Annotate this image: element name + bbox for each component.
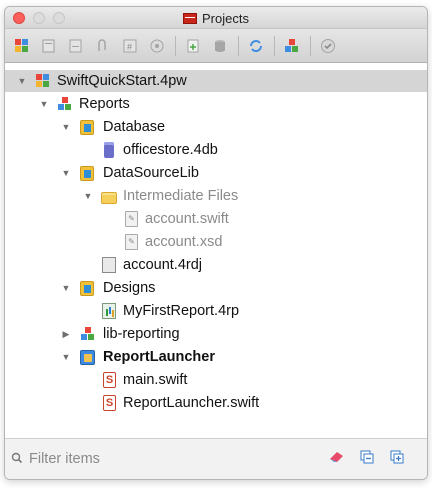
group-folder-icon (80, 119, 94, 135)
group-folder-icon (80, 165, 94, 181)
tree-item-label: account.xsd (145, 234, 223, 250)
components-icon (80, 326, 96, 342)
tree-item-myfirstreport[interactable]: MyFirstReport.4rp (5, 300, 427, 322)
filter-bar (5, 439, 427, 479)
expand-all-icon[interactable] (387, 449, 407, 469)
compile-icon[interactable]: # (119, 35, 141, 57)
tree-item-swiftquickstart[interactable]: ▼ SwiftQuickStart.4pw (5, 70, 427, 92)
toolbar-separator (238, 35, 239, 56)
tree-item-label: SwiftQuickStart.4pw (57, 73, 187, 89)
disclosure-expanded-icon[interactable]: ▼ (61, 122, 71, 132)
attach-icon[interactable] (92, 35, 114, 57)
toolbar-separator (310, 35, 311, 56)
open-icon[interactable] (38, 35, 60, 57)
disclosure-expanded-icon[interactable]: ▼ (17, 76, 27, 86)
disclosure-expanded-icon[interactable]: ▼ (83, 191, 93, 201)
tree-item-label: Reports (79, 96, 130, 112)
search-icon (11, 452, 23, 467)
toolbar-separator (274, 35, 275, 56)
report-data-icon (102, 257, 116, 273)
tree-item-officestore[interactable]: officestore.4db (5, 139, 427, 161)
tree-item-label: account.4rdj (123, 257, 202, 273)
tree-item-designs[interactable]: ▼ Designs (5, 277, 427, 299)
folder-icon (101, 191, 117, 204)
launcher-icon (80, 349, 95, 365)
tree-item-label: DataSourceLib (103, 165, 199, 181)
tree-item-label: Intermediate Files (123, 188, 239, 204)
tree-item-datasourcelib[interactable]: ▼ DataSourceLib (5, 162, 427, 184)
components-icon (57, 96, 73, 112)
tree-item-label: lib-reporting (103, 326, 180, 342)
check-icon[interactable] (317, 35, 339, 57)
tree-item-account-xsd[interactable]: ✎ account.xsd (5, 231, 427, 253)
settings-icon[interactable] (146, 35, 168, 57)
disclosure-collapsed-icon[interactable]: ▶ (61, 329, 71, 339)
toolbar: # (5, 29, 427, 63)
tree-item-label: account.swift (145, 211, 229, 227)
group-folder-icon (80, 280, 94, 296)
filter-input[interactable] (27, 450, 287, 468)
tree-item-reports[interactable]: ▼ Reports (5, 93, 427, 115)
disclosure-expanded-icon[interactable]: ▼ (61, 168, 71, 178)
tree-item-label: main.swift (123, 372, 188, 388)
report-design-icon (102, 303, 116, 319)
swift-file-icon: S (103, 372, 116, 388)
sync-icon[interactable] (245, 35, 267, 57)
database-file-icon (104, 142, 114, 158)
window-title-group: Projects (5, 7, 427, 29)
window-title: Projects (202, 10, 249, 26)
close-project-icon[interactable] (65, 35, 87, 57)
tree-item-reportlauncher[interactable]: ▼ ReportLauncher (5, 346, 427, 368)
project-icon (35, 73, 51, 89)
tree-item-reportlauncher-swift[interactable]: S ReportLauncher.swift (5, 392, 427, 414)
collapse-all-icon[interactable] (357, 449, 377, 469)
tree-item-label: Designs (103, 280, 156, 296)
disclosure-expanded-icon[interactable]: ▼ (39, 99, 49, 109)
disclosure-expanded-icon[interactable]: ▼ (61, 283, 71, 293)
generated-file-icon: ✎ (125, 234, 138, 250)
projects-window: Projects # ▼ SwiftQuickStart.4pw ▼ Repor… (4, 6, 428, 480)
projects-app-icon (183, 12, 198, 24)
project-tree: ▼ SwiftQuickStart.4pw ▼ Reports ▼ Databa… (5, 64, 427, 439)
filter-field[interactable] (11, 447, 311, 471)
tree-item-account-4rdj[interactable]: account.4rdj (5, 254, 427, 276)
disclosure-expanded-icon[interactable]: ▼ (61, 352, 71, 362)
eraser-icon[interactable] (327, 449, 347, 469)
add-file-icon[interactable] (182, 35, 204, 57)
components-icon[interactable] (281, 35, 303, 57)
svg-text:#: # (127, 42, 132, 52)
new-project-icon[interactable] (11, 35, 33, 57)
tree-item-main-swift[interactable]: S main.swift (5, 369, 427, 391)
database-icon[interactable] (209, 35, 231, 57)
tree-item-label: MyFirstReport.4rp (123, 303, 240, 319)
tree-item-intermediate-files[interactable]: ▼ Intermediate Files (5, 185, 427, 207)
tree-item-database[interactable]: ▼ Database (5, 116, 427, 138)
tree-item-label: ReportLauncher.swift (123, 395, 260, 411)
title-bar[interactable]: Projects (5, 7, 427, 29)
tree-item-account-swift-generated[interactable]: ✎ account.swift (5, 208, 427, 230)
generated-file-icon: ✎ (125, 211, 138, 227)
tree-item-label: officestore.4db (123, 142, 218, 158)
tree-item-label: ReportLauncher (103, 349, 215, 365)
tree-item-lib-reporting[interactable]: ▶ lib-reporting (5, 323, 427, 345)
toolbar-separator (175, 35, 176, 56)
swift-file-icon: S (103, 395, 116, 411)
tree-item-label: Database (103, 119, 166, 135)
